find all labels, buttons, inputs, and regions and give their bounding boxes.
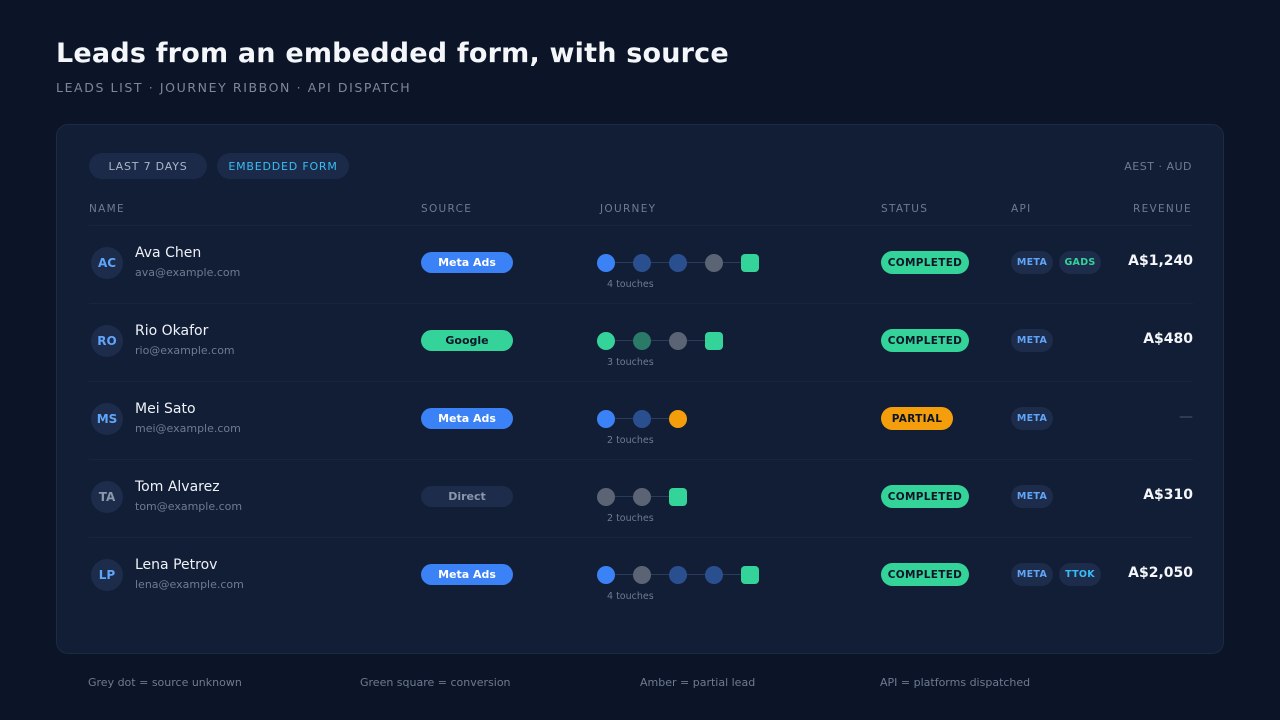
touch-count: 4 touches — [607, 591, 654, 602]
avatar: MS — [91, 403, 123, 435]
journey-ribbon — [597, 251, 837, 275]
conversion-square — [741, 566, 759, 584]
touch-dot — [597, 566, 615, 584]
page-subtitle: LEADS LIST · JOURNEY RIBBON · API DISPAT… — [56, 80, 412, 95]
conversion-square — [669, 488, 687, 506]
table-row[interactable]: AC Ava Chen ava@example.com Meta Ads 4 touch… — [89, 225, 1193, 303]
column-header-name[interactable]: NAME — [89, 203, 125, 215]
touch-count: 2 touches — [607, 513, 654, 524]
lead-name[interactable]: Tom Alvarez — [135, 479, 220, 495]
status-badge: COMPLETED — [881, 329, 969, 352]
touch-dot — [633, 410, 651, 428]
revenue-value: A$2,050 — [1128, 565, 1193, 581]
touch-dot — [669, 566, 687, 584]
lead-name[interactable]: Rio Okafor — [135, 323, 208, 339]
conversion-square — [741, 254, 759, 272]
touch-count: 3 touches — [607, 357, 654, 368]
touch-dot — [705, 566, 723, 584]
api-badge-meta: META — [1011, 329, 1053, 352]
lead-email: mei@example.com — [135, 422, 241, 435]
legend-conversion: Green square = conversion — [360, 676, 511, 689]
table-row[interactable]: LP Lena Petrov lena@example.com Meta Ads 4 t… — [89, 537, 1193, 615]
legend-api: API = platforms dispatched — [880, 676, 1031, 689]
lead-email: rio@example.com — [135, 344, 235, 357]
timezone-currency-label: AEST · AUD — [1124, 160, 1192, 173]
touch-dot — [669, 332, 687, 350]
touch-dot — [633, 332, 651, 350]
column-header-status[interactable]: STATUS — [881, 203, 928, 215]
status-badge: COMPLETED — [881, 485, 969, 508]
journey-ribbon — [597, 563, 837, 587]
avatar: AC — [91, 247, 123, 279]
touch-dot — [633, 254, 651, 272]
table-row[interactable]: TA Tom Alvarez tom@example.com Direct 2 touc… — [89, 459, 1193, 537]
journey-ribbon — [597, 329, 837, 353]
source-badge: Direct — [421, 486, 513, 507]
api-badge-meta: META — [1011, 251, 1053, 274]
column-header-source[interactable]: SOURCE — [421, 203, 472, 215]
revenue-value: A$480 — [1143, 331, 1193, 347]
column-header-journey[interactable]: JOURNEY — [600, 203, 656, 215]
api-badge-ttok: TTOK — [1059, 563, 1101, 586]
avatar: RO — [91, 325, 123, 357]
lead-name[interactable]: Mei Sato — [135, 401, 196, 417]
journey-ribbon — [597, 407, 837, 431]
conversion-square — [705, 332, 723, 350]
api-badge-meta: META — [1011, 563, 1053, 586]
api-badge-meta: META — [1011, 485, 1053, 508]
touch-dot — [597, 488, 615, 506]
touch-count: 2 touches — [607, 435, 654, 446]
touch-dot — [597, 332, 615, 350]
touch-dot — [597, 410, 615, 428]
avatar: TA — [91, 481, 123, 513]
legend-unknown-source: Grey dot = source unknown — [88, 676, 242, 689]
lead-name[interactable]: Lena Petrov — [135, 557, 217, 573]
source-badge: Meta Ads — [421, 408, 513, 429]
source-badge: Meta Ads — [421, 252, 513, 273]
column-header-revenue[interactable]: REVENUE — [1133, 203, 1192, 215]
table-row[interactable]: RO Rio Okafor rio@example.com Google 3 touch… — [89, 303, 1193, 381]
legend-partial: Amber = partial lead — [640, 676, 756, 689]
avatar: LP — [91, 559, 123, 591]
touch-dot — [633, 566, 651, 584]
leads-card: LAST 7 DAYS EMBEDDED FORM AEST · AUD NAM… — [56, 124, 1224, 654]
table-row[interactable]: MS Mei Sato mei@example.com Meta Ads 2 touch… — [89, 381, 1193, 459]
status-badge: COMPLETED — [881, 251, 969, 274]
source-badge: Google — [421, 330, 513, 351]
status-badge: PARTIAL — [881, 407, 953, 430]
page-title: Leads from an embedded form, with source — [56, 38, 729, 69]
date-range-filter[interactable]: LAST 7 DAYS — [89, 153, 207, 179]
form-filter[interactable]: EMBEDDED FORM — [217, 153, 349, 179]
revenue-value: A$310 — [1143, 487, 1193, 503]
journey-ribbon — [597, 485, 837, 509]
lead-email: lena@example.com — [135, 578, 244, 591]
touch-dot — [669, 254, 687, 272]
journey-connector — [607, 340, 715, 341]
api-badge-gads: GADS — [1059, 251, 1101, 274]
column-header-api[interactable]: API — [1011, 203, 1032, 215]
source-badge: Meta Ads — [421, 564, 513, 585]
status-badge: COMPLETED — [881, 563, 969, 586]
lead-name[interactable]: Ava Chen — [135, 245, 201, 261]
lead-email: ava@example.com — [135, 266, 241, 279]
touch-dot — [597, 254, 615, 272]
revenue-value: A$1,240 — [1128, 253, 1193, 269]
touch-dot — [633, 488, 651, 506]
lead-email: tom@example.com — [135, 500, 243, 513]
revenue-value: — — [1179, 409, 1193, 425]
touch-dot — [705, 254, 723, 272]
api-badge-meta: META — [1011, 407, 1053, 430]
touch-count: 4 touches — [607, 279, 654, 290]
touch-dot — [669, 410, 687, 428]
